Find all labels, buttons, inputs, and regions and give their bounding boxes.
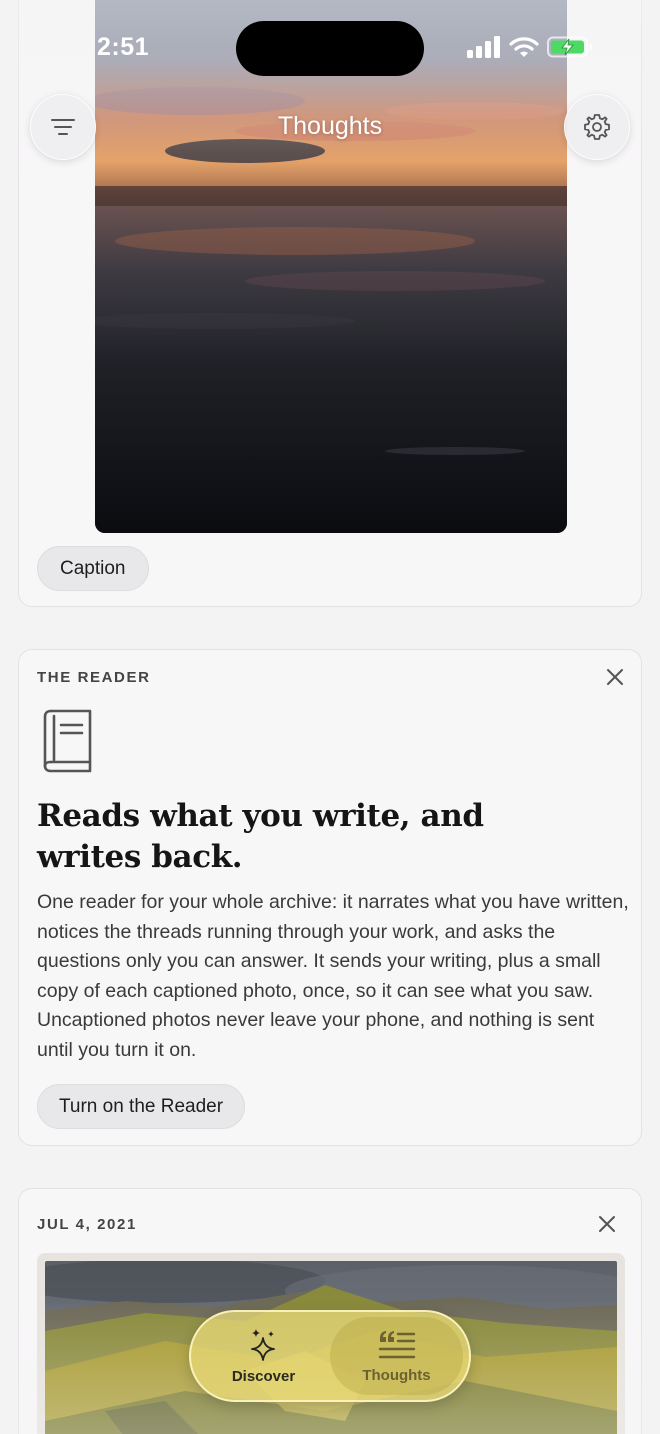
memory-date: JUL 4, 2021 [37, 1216, 137, 1233]
reader-heading: Reads what you write, and writes back. [37, 798, 484, 875]
tab-thoughts-label: Thoughts [362, 1366, 431, 1384]
close-icon [604, 666, 626, 688]
status-icons [467, 36, 593, 58]
caption-button[interactable]: Caption [37, 546, 149, 591]
turn-on-reader-button[interactable]: Turn on the Reader [37, 1084, 246, 1129]
caption-button-label: Caption [60, 557, 126, 579]
cellular-signal-icon [467, 36, 501, 58]
gear-icon [582, 112, 612, 142]
dismiss-memory-button[interactable] [596, 1213, 618, 1235]
photo-entry-card: Caption [18, 0, 642, 607]
battery-charging-icon [547, 36, 593, 58]
close-icon [596, 1213, 618, 1235]
settings-button[interactable] [564, 94, 630, 160]
wifi-icon [509, 36, 539, 58]
page-title: Thoughts [277, 112, 383, 140]
tab-bar: Discover Thoughts [189, 1310, 471, 1402]
tab-thoughts[interactable]: Thoughts [330, 1317, 463, 1395]
sunset-photo[interactable] [95, 0, 567, 533]
reader-eyebrow: THE READER [37, 669, 151, 686]
tab-discover[interactable]: Discover [197, 1317, 330, 1395]
reader-card: THE READER Reads what you write, and wri… [18, 649, 642, 1146]
turn-on-reader-label: Turn on the Reader [59, 1095, 224, 1117]
sparkles-icon [247, 1328, 281, 1362]
status-time: 2:51 [97, 33, 150, 61]
reader-description: One reader for your whole archive: it na… [37, 891, 629, 1061]
tab-discover-label: Discover [231, 1367, 296, 1385]
dismiss-reader-button[interactable] [604, 666, 626, 688]
book-icon [41, 708, 95, 779]
dynamic-island [236, 21, 424, 76]
quote-lines-icon [378, 1329, 416, 1361]
